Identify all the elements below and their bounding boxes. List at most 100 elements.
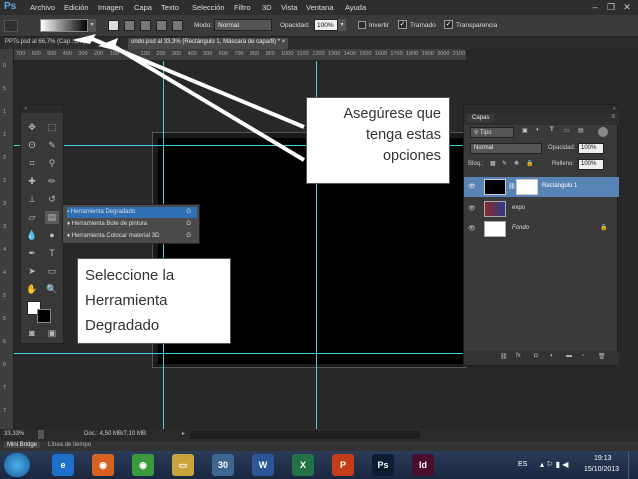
link-layers-icon[interactable]: ⛓ [500, 353, 508, 360]
quick-mask-icon[interactable]: ◙ [25, 327, 39, 340]
status-share-icon[interactable] [38, 430, 44, 439]
layer-fondo[interactable]: 👁 Fondo 🔒 [464, 219, 619, 239]
path-select-icon[interactable]: ➤ [25, 265, 39, 278]
eraser-tool-icon[interactable]: ▱ [25, 211, 39, 224]
diamond-gradient-icon[interactable] [172, 20, 183, 31]
tab-capas[interactable]: Capas [467, 114, 495, 122]
visibility-eye-icon[interactable]: 👁 [468, 225, 476, 232]
move-tool-icon[interactable]: ✥ [25, 121, 39, 134]
fill-input[interactable]: 100% [578, 159, 604, 170]
dodge-tool-icon[interactable]: ● [45, 229, 59, 242]
filter-type-icon[interactable]: T [550, 127, 554, 133]
menu-archivo[interactable]: Archivo [30, 3, 55, 12]
language-indicator[interactable]: ES [518, 461, 527, 468]
tray-icons[interactable]: ▴ ⚐ ▮ ◀ [540, 460, 568, 469]
hand-tool-icon[interactable]: ✋ [25, 283, 39, 296]
menu-filtro[interactable]: Filtro [234, 3, 251, 12]
menu-ayuda[interactable]: Ayuda [345, 3, 366, 12]
menu-edicion[interactable]: Edición [64, 3, 89, 12]
lock-all-icon[interactable]: 🔒 [526, 160, 533, 167]
taskbar-ie-icon[interactable]: e [52, 454, 74, 476]
menu-3d[interactable]: 3D [262, 3, 272, 12]
tab-pptspsd[interactable]: PPTs.psd al 66,7% (Cap...8/8) [2, 38, 89, 49]
new-layer-icon[interactable]: ▫ [582, 353, 584, 359]
visibility-eye-icon[interactable]: 👁 [468, 183, 476, 190]
show-desktop-button[interactable] [628, 451, 638, 479]
menu-capa[interactable]: Capa [134, 3, 152, 12]
visibility-eye-icon[interactable]: 👁 [468, 205, 476, 212]
lasso-tool-icon[interactable]: ʘ [25, 139, 39, 152]
start-button-icon[interactable] [4, 453, 30, 477]
flyout-item-3d-material[interactable]: ♦ Herramienta Colocar material 3D G [67, 231, 197, 242]
dither-checkbox[interactable]: ✓ [398, 20, 407, 29]
clock-date[interactable]: 15/10/2013 [584, 466, 619, 473]
menu-ventana[interactable]: Ventana [306, 3, 334, 12]
healing-brush-icon[interactable]: ✚ [25, 175, 39, 188]
angle-gradient-icon[interactable] [140, 20, 151, 31]
clock-time[interactable]: 19:13 [594, 455, 612, 462]
status-menu-arrow-icon[interactable]: ▸ [182, 430, 185, 437]
tab-timeline[interactable]: Línea de tiempo [48, 442, 91, 448]
flyout-item-paint-bucket[interactable]: ♦ Herramienta Bote de pintura G [67, 219, 197, 230]
tab-close-icon[interactable]: × [282, 39, 286, 45]
opacity-input[interactable]: 100% [314, 19, 338, 31]
mode-select[interactable]: Normal [214, 19, 272, 31]
menu-texto[interactable]: Texto [161, 3, 179, 12]
screen-mode-icon[interactable]: ▣ [45, 327, 59, 340]
taskbar-photoshop-icon[interactable]: Ps [372, 454, 394, 476]
layer-expo[interactable]: 👁 expo [464, 199, 619, 219]
invert-checkbox[interactable] [358, 21, 366, 29]
marquee-tool-icon[interactable]: ⬚ [45, 121, 59, 134]
blend-mode-select[interactable]: Normal [470, 143, 542, 154]
crop-tool-icon[interactable]: ⌗ [25, 157, 39, 170]
clone-stamp-icon[interactable]: ⊥ [25, 193, 39, 206]
restore-icon[interactable]: ❐ [604, 1, 618, 13]
gradient-tool-preset-icon[interactable] [4, 20, 18, 32]
lock-pixels-icon[interactable]: ▦ [490, 160, 496, 167]
filter-pixel-icon[interactable]: ▣ [522, 127, 528, 134]
background-color-swatch[interactable] [37, 309, 51, 323]
panel-menu-icon[interactable]: ≡ [611, 114, 615, 120]
horizontal-scrollbar[interactable] [190, 431, 420, 439]
menu-imagen[interactable]: Imagen [98, 3, 123, 12]
close-icon[interactable]: ✕ [620, 1, 634, 13]
gradient-tool-icon[interactable]: ▤ [45, 211, 59, 224]
opacity-chevron-icon[interactable]: ▾ [338, 19, 346, 31]
pen-tool-icon[interactable]: ✒ [25, 247, 39, 260]
zoom-level[interactable]: 33,33% [4, 431, 24, 437]
adjustment-layer-icon[interactable]: ◐ [550, 353, 554, 359]
layer-rectangulo-1[interactable]: 👁 ⛓ Rectángulo 1 [464, 177, 619, 197]
panel-collapse-icon[interactable]: « [464, 105, 619, 113]
filter-toggle[interactable] [598, 127, 608, 137]
menu-seleccion[interactable]: Selección [192, 3, 225, 12]
eyedropper-icon[interactable]: ⚲ [45, 157, 59, 170]
taskbar-excel-icon[interactable]: X [292, 454, 314, 476]
menu-vista[interactable]: Vista [281, 3, 298, 12]
layer-filter-select[interactable]: ⚲ Tipo [470, 127, 514, 138]
taskbar-chrome-icon[interactable]: ◉ [132, 454, 154, 476]
new-group-icon[interactable]: ▬ [566, 353, 572, 359]
filter-smart-icon[interactable]: ▤ [578, 127, 584, 134]
layer-opacity-input[interactable]: 100% [578, 143, 604, 154]
chevron-down-icon[interactable]: ▾ [88, 19, 96, 32]
taskbar-firefox-icon[interactable]: ◉ [92, 454, 114, 476]
taskbar-powerpoint-icon[interactable]: P [332, 454, 354, 476]
history-brush-icon[interactable]: ↺ [45, 193, 59, 206]
filter-adjustment-icon[interactable]: ◐ [536, 127, 540, 133]
quick-select-icon[interactable]: ✎ [45, 139, 59, 152]
reflected-gradient-icon[interactable] [156, 20, 167, 31]
tab-mini-bridge[interactable]: Mini Bridge [4, 442, 41, 448]
blur-tool-icon[interactable]: 💧 [25, 229, 39, 242]
trash-icon[interactable]: 🗑 [598, 353, 606, 360]
shape-tool-icon[interactable]: ▭ [45, 265, 59, 278]
gradient-preview[interactable] [40, 19, 88, 32]
flyout-item-gradient[interactable]: ▪ Herramienta Degradado G [67, 207, 197, 218]
type-tool-icon[interactable]: T [45, 247, 59, 260]
taskbar-explorer-icon[interactable]: ▭ [172, 454, 194, 476]
add-mask-icon[interactable]: ◘ [534, 353, 538, 359]
taskbar-indesign-icon[interactable]: Id [412, 454, 434, 476]
lock-paint-icon[interactable]: ✎ [502, 160, 507, 167]
transparency-checkbox[interactable]: ✓ [444, 20, 453, 29]
toolbox-header[interactable]: » [21, 105, 63, 113]
linear-gradient-icon[interactable] [108, 20, 119, 31]
